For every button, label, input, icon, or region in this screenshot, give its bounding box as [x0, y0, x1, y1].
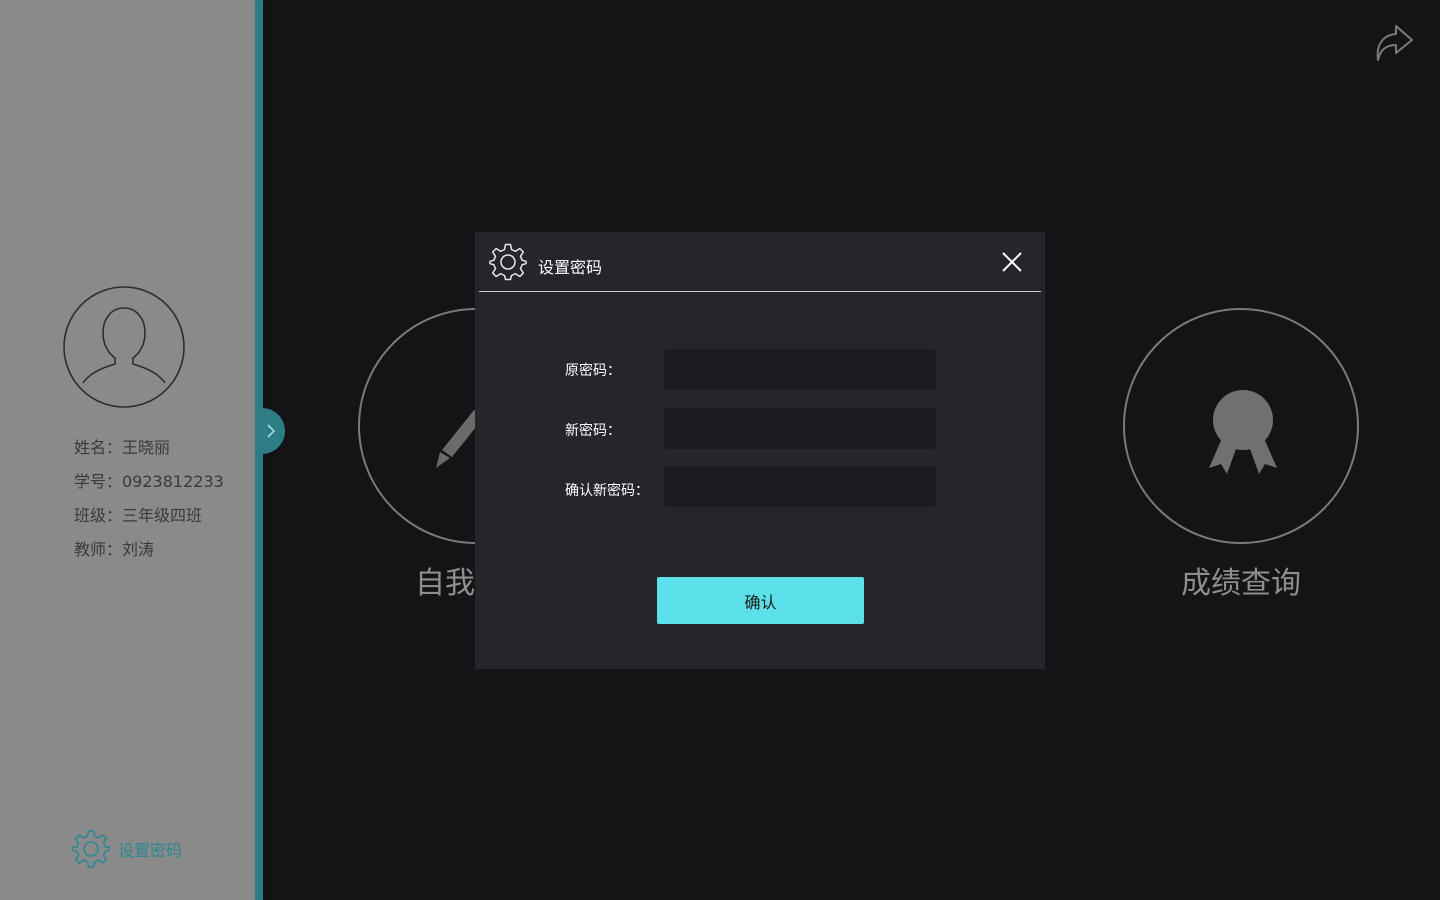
award-ribbon-icon — [1209, 390, 1277, 474]
module-grades-circle[interactable] — [1123, 308, 1359, 544]
dialog-title: 设置密码 — [538, 258, 603, 277]
confirm-password-label: 确认新密码： — [565, 483, 649, 499]
gear-icon — [72, 830, 110, 868]
student-id: 学号：0923812233 — [74, 472, 224, 491]
chevron-right-icon — [267, 424, 276, 438]
confirm-button[interactable]: 确认 — [657, 577, 864, 624]
profile-info: 姓名：王晓丽 学号：0923812233 班级：三年级四班 教师：刘涛 — [74, 436, 224, 572]
set-password-dialog: 设置密码 原密码： 新密码： 确认新密码： 确认 — [475, 232, 1045, 669]
gear-icon — [489, 243, 527, 281]
confirm-password-input[interactable] — [664, 466, 936, 507]
close-icon[interactable] — [1001, 251, 1023, 273]
new-password-label: 新密码： — [565, 423, 621, 439]
student-class: 班级：三年级四班 — [74, 506, 203, 525]
share-arrow-icon[interactable] — [1370, 20, 1420, 70]
sidebar-settings-label: 设置密码 — [118, 841, 183, 860]
sidebar-toggle-button[interactable] — [255, 408, 285, 454]
old-password-input[interactable] — [664, 349, 936, 390]
module-self-label: 自我 — [415, 566, 475, 601]
student-name: 姓名：王晓丽 — [74, 438, 171, 457]
user-avatar-icon — [63, 286, 185, 408]
sidebar-settings-link[interactable]: 设置密码 — [72, 830, 182, 868]
old-password-label: 原密码： — [565, 363, 621, 379]
module-grades-label: 成绩查询 — [1181, 566, 1301, 601]
student-teacher: 教师：刘涛 — [74, 540, 155, 559]
new-password-input[interactable] — [664, 408, 936, 449]
sidebar: 姓名：王晓丽 学号：0923812233 班级：三年级四班 教师：刘涛 设置密码 — [0, 0, 255, 900]
